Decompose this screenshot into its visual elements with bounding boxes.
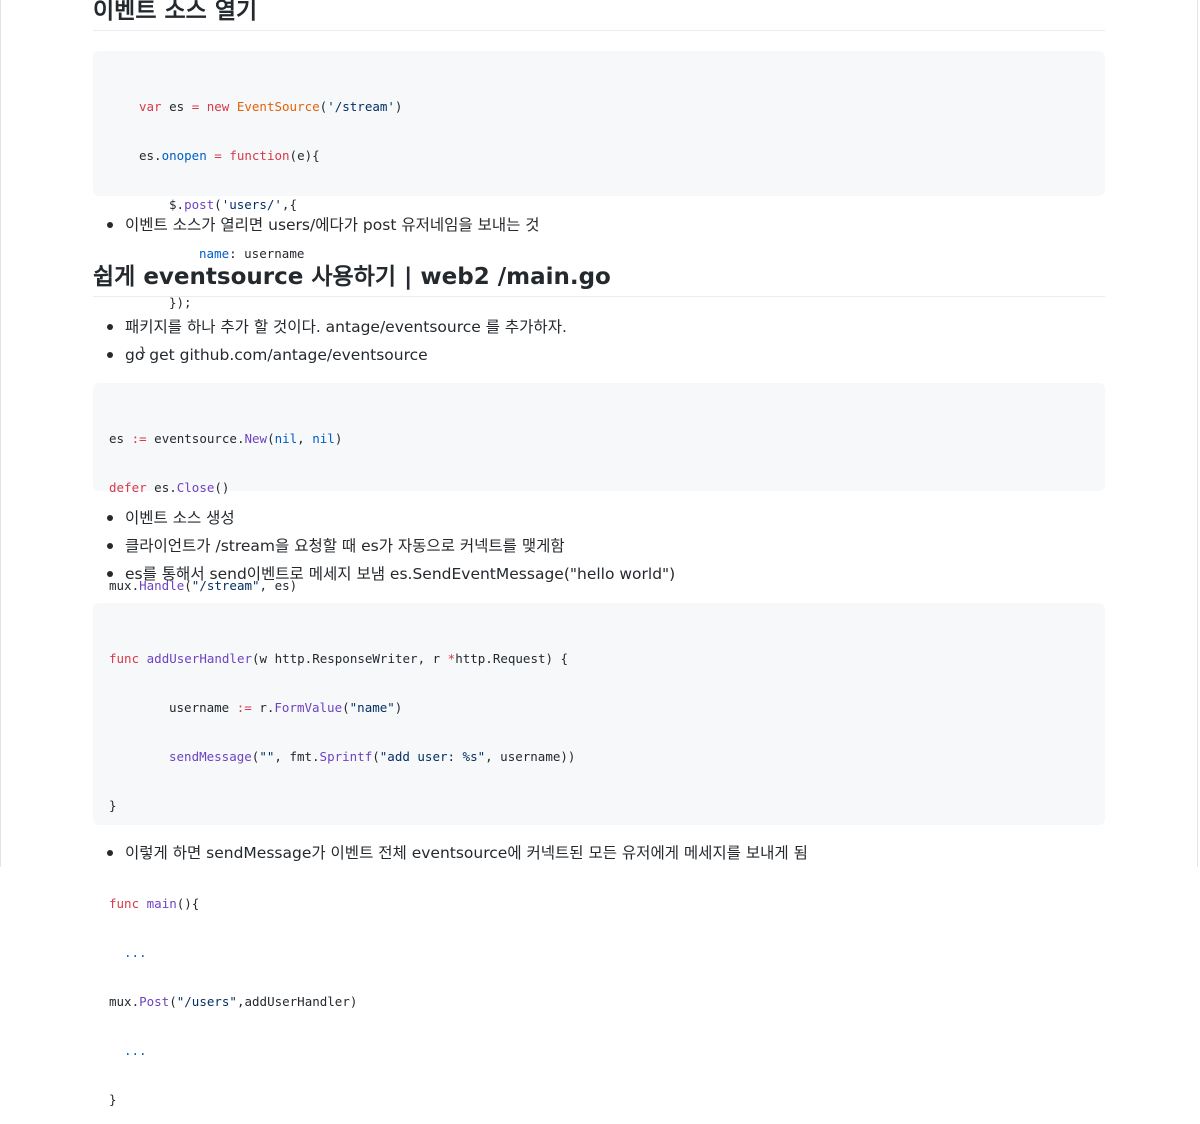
code-block-js: var es = new EventSource('/stream') es.o… [93, 51, 1105, 359]
code-line: ... [124, 945, 147, 960]
list-item: 클라이언트가 /stream을 요청할 때 es가 자동으로 커넥트를 맺게함 [93, 532, 675, 560]
page-heading-1: 이벤트 소스 열기 [93, 0, 1105, 31]
section-heading-eventsource: 쉽게 eventsource 사용하기 | web2 /main.go [93, 262, 1105, 297]
list-item: es를 통해서 send이벤트로 메세지 보냄 es.SendEventMess… [93, 560, 675, 588]
code-line: mux.Post("/users",addUserHandler) [109, 994, 358, 1009]
code-line: es := eventsource.New(nil, nil) [109, 431, 343, 446]
bullet-list-1: 이벤트 소스가 열리면 users/에다가 post 유저네임을 보내는 것 [93, 211, 540, 239]
bullet-list-2: 패키지를 하나 추가 할 것이다. antage/eventsource 를 추… [93, 313, 567, 369]
code-line: func addUserHandler(w http.ResponseWrite… [109, 651, 569, 666]
bullet-list-4: 이렇게 하면 sendMessage가 이벤트 전체 eventsource에 … [93, 839, 808, 867]
code-line: sendMessage("", fmt.Sprintf("add user: %… [169, 749, 576, 764]
code-line: ... [124, 1043, 147, 1058]
page-heading-2: 쉽게 eventsource 사용하기 | web2 /main.go [93, 262, 1105, 297]
code-line: es.onopen = function(e){ [139, 148, 320, 163]
list-item: 이벤트 소스가 열리면 users/에다가 post 유저네임을 보내는 것 [93, 211, 540, 239]
code-block-go-setup: es := eventsource.New(nil, nil) defer es… [93, 383, 1105, 593]
section-heading-open: 이벤트 소스 열기 [93, 0, 1105, 31]
bullet-list-3: 이벤트 소스 생성 클라이언트가 /stream을 요청할 때 es가 자동으로… [93, 504, 675, 588]
code-line: name: username [199, 246, 305, 261]
code-line: var es = new EventSource('/stream') [139, 99, 403, 114]
code-line: defer es.Close() [109, 480, 230, 495]
list-item: 이렇게 하면 sendMessage가 이벤트 전체 eventsource에 … [93, 839, 808, 867]
list-item: 이벤트 소스 생성 [93, 504, 675, 532]
list-item: go get github.com/antage/eventsource [93, 341, 567, 369]
code-line: username := r.FormValue("name") [169, 700, 403, 715]
code-line: func main(){ [109, 896, 200, 911]
list-item: 패키지를 하나 추가 할 것이다. antage/eventsource 를 추… [93, 313, 567, 341]
code-block-go-handler: func addUserHandler(w http.ResponseWrite… [93, 603, 1105, 1107]
code-line: } [109, 798, 117, 813]
code-line: } [109, 1092, 117, 1107]
